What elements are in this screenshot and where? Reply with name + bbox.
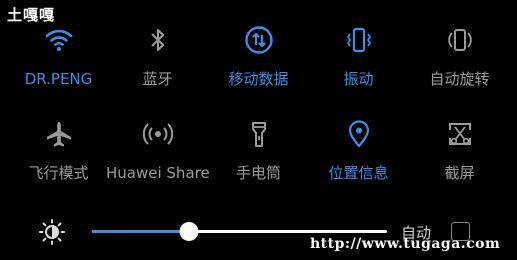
screenshot-icon — [445, 119, 475, 149]
tile-label: Huawei Share — [106, 164, 210, 182]
tile-auto-rotate[interactable]: 自动旋转 — [408, 25, 511, 111]
huawei-share-icon — [142, 119, 173, 149]
tile-location[interactable]: 位置信息 — [307, 119, 410, 205]
tile-screenshot[interactable]: 截屏 — [408, 119, 511, 205]
tile-huawei-share[interactable]: Huawei Share — [106, 119, 210, 205]
tile-airplane-mode[interactable]: 飞行模式 — [7, 119, 110, 205]
wifi-icon — [44, 25, 74, 55]
tile-label: 手电筒 — [235, 164, 281, 182]
tile-label: 位置信息 — [328, 164, 389, 182]
tile-label: 振动 — [343, 70, 374, 88]
tile-label: 截屏 — [444, 164, 475, 182]
tile-label: 自动旋转 — [429, 70, 490, 88]
slider-fill — [92, 230, 190, 233]
flashlight-icon — [244, 119, 274, 149]
tile-label: 飞行模式 — [28, 164, 89, 182]
tile-flashlight[interactable]: 手电筒 — [207, 119, 310, 205]
vibrate-icon — [344, 25, 374, 55]
tile-vibrate[interactable]: 振动 — [307, 25, 410, 111]
tile-bluetooth[interactable]: 蓝牙 — [106, 25, 209, 111]
tile-label: 移动数据 — [228, 70, 289, 88]
tile-wifi[interactable]: DR.PENG — [7, 25, 110, 111]
airplane-icon — [44, 119, 74, 149]
tile-label: 蓝牙 — [142, 70, 173, 88]
slider-thumb[interactable] — [179, 222, 199, 241]
watermark: http://www.tugaga.com — [310, 236, 501, 252]
brightness-icon — [38, 218, 66, 246]
quick-settings-grid: DR.PENG 蓝牙 移动数据 振动 自动旋转 飞行模式 Huawei Shar… — [0, 22, 517, 202]
auto-rotate-icon — [445, 25, 475, 55]
tile-mobile-data[interactable]: 移动数据 — [207, 25, 310, 111]
brightness-slider[interactable] — [92, 222, 387, 241]
tile-label: DR.PENG — [24, 70, 93, 88]
location-icon — [344, 119, 374, 149]
bluetooth-icon — [143, 25, 173, 55]
mobile-data-icon — [244, 25, 274, 55]
